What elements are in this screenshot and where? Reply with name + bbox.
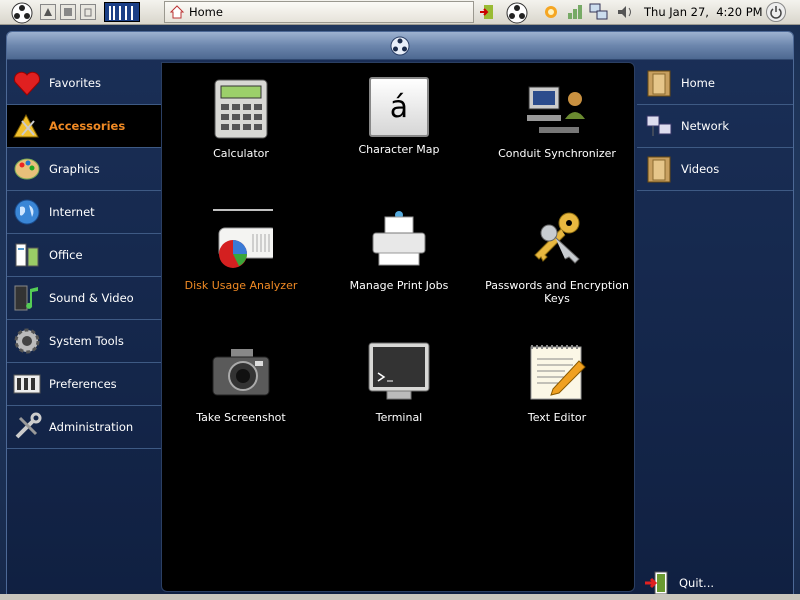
applications-panel: Calculator á Character Map Conduit Synch… bbox=[161, 62, 635, 592]
place-network[interactable]: Network bbox=[637, 105, 793, 148]
place-label: Home bbox=[681, 76, 715, 90]
category-label: Accessories bbox=[49, 119, 126, 133]
place-home[interactable]: Home bbox=[637, 62, 793, 105]
office-icon bbox=[11, 239, 43, 271]
app-label: Terminal bbox=[375, 411, 423, 424]
category-system-tools[interactable]: System Tools bbox=[7, 320, 161, 363]
category-office[interactable]: Office bbox=[7, 234, 161, 277]
update-notifier-icon[interactable] bbox=[542, 3, 560, 21]
category-favorites[interactable]: Favorites bbox=[7, 62, 161, 105]
gear-icon bbox=[11, 325, 43, 357]
network-icon[interactable] bbox=[588, 2, 610, 22]
app-calculator[interactable]: Calculator bbox=[166, 77, 316, 160]
trash-icon[interactable] bbox=[80, 4, 96, 20]
category-label: Favorites bbox=[49, 76, 101, 90]
app-text-editor[interactable]: Text Editor bbox=[482, 341, 632, 424]
heart-icon bbox=[11, 67, 43, 99]
bottom-panel bbox=[0, 594, 800, 600]
main-menu-icon[interactable] bbox=[10, 1, 34, 24]
places-list: Home Network Videos bbox=[637, 62, 793, 191]
character-map-glyph: á bbox=[389, 89, 409, 125]
network-places-icon bbox=[643, 110, 675, 142]
network-manager-icon[interactable] bbox=[566, 3, 584, 21]
category-internet[interactable]: Internet bbox=[7, 191, 161, 234]
category-administration[interactable]: Administration bbox=[7, 406, 161, 449]
workspace-switcher[interactable] bbox=[104, 2, 140, 22]
camera-icon bbox=[209, 341, 273, 405]
category-sound-video[interactable]: Sound & Video bbox=[7, 277, 161, 320]
app-label: Text Editor bbox=[527, 411, 587, 424]
text-editor-icon bbox=[525, 341, 589, 405]
show-desktop-icon[interactable] bbox=[40, 4, 56, 20]
keys-icon bbox=[525, 209, 589, 273]
place-label: Network bbox=[681, 119, 730, 133]
tools-icon bbox=[11, 411, 43, 443]
power-icon[interactable] bbox=[766, 2, 786, 22]
accessories-icon bbox=[11, 110, 43, 142]
quit-label: Quit... bbox=[679, 576, 715, 590]
sync-icon bbox=[525, 77, 589, 141]
logout-icon[interactable] bbox=[478, 3, 496, 21]
app-manage-print-jobs[interactable]: Manage Print Jobs bbox=[324, 209, 474, 292]
clock[interactable]: Thu Jan 27, 4:20 PM bbox=[644, 5, 763, 19]
category-label: Internet bbox=[49, 205, 95, 219]
category-list: Favorites Accessories Graphics Internet … bbox=[7, 62, 161, 449]
category-label: Sound & Video bbox=[49, 291, 134, 305]
printer-icon bbox=[367, 209, 431, 273]
videos-folder-icon bbox=[643, 153, 675, 185]
terminal-icon bbox=[367, 341, 431, 405]
app-label: Character Map bbox=[358, 143, 440, 156]
app-label: Manage Print Jobs bbox=[349, 279, 449, 292]
app-passwords-encryption-keys[interactable]: Passwords and Encryption Keys bbox=[482, 209, 632, 305]
calculator-icon bbox=[209, 77, 273, 141]
category-label: Office bbox=[49, 248, 83, 262]
character-map-icon: á bbox=[369, 77, 429, 137]
palette-icon bbox=[11, 153, 43, 185]
category-label: System Tools bbox=[49, 334, 124, 348]
app-take-screenshot[interactable]: Take Screenshot bbox=[166, 341, 316, 424]
app-character-map[interactable]: á Character Map bbox=[324, 77, 474, 156]
quit-icon bbox=[643, 570, 671, 596]
app-label: Take Screenshot bbox=[196, 411, 286, 424]
home-task-button[interactable]: Home bbox=[164, 1, 474, 23]
place-videos[interactable]: Videos bbox=[637, 148, 793, 191]
category-graphics[interactable]: Graphics bbox=[7, 148, 161, 191]
home-icon bbox=[169, 4, 185, 20]
app-disk-usage-analyzer[interactable]: Disk Usage Analyzer bbox=[166, 209, 316, 292]
app-label: Conduit Synchronizer bbox=[498, 147, 616, 160]
app-label: Passwords and Encryption Keys bbox=[485, 279, 629, 305]
category-label: Administration bbox=[49, 420, 134, 434]
category-label: Preferences bbox=[49, 377, 117, 391]
place-label: Videos bbox=[681, 162, 720, 176]
category-label: Graphics bbox=[49, 162, 100, 176]
application-launcher: Favorites Accessories Graphics Internet … bbox=[6, 31, 794, 600]
preferences-icon bbox=[11, 368, 43, 400]
launcher-header bbox=[7, 32, 793, 60]
window-list-icon[interactable] bbox=[60, 4, 76, 20]
globe-icon bbox=[11, 196, 43, 228]
app-conduit-synchronizer[interactable]: Conduit Synchronizer bbox=[482, 77, 632, 160]
volume-icon[interactable] bbox=[616, 3, 636, 21]
disk-usage-icon bbox=[209, 209, 273, 273]
top-panel: Home Thu Jan 27, 4:20 PM bbox=[0, 0, 800, 25]
multimedia-icon bbox=[11, 282, 43, 314]
home-folder-icon bbox=[643, 67, 675, 99]
category-accessories[interactable]: Accessories bbox=[7, 105, 161, 148]
app-terminal[interactable]: Terminal bbox=[324, 341, 474, 424]
quit-button[interactable]: Quit... bbox=[643, 570, 714, 596]
app-label: Disk Usage Analyzer bbox=[184, 279, 298, 292]
app-label: Calculator bbox=[213, 147, 269, 160]
launcher-logo-icon bbox=[390, 36, 410, 55]
category-preferences[interactable]: Preferences bbox=[7, 363, 161, 406]
distro-icon[interactable] bbox=[505, 1, 529, 24]
home-task-label: Home bbox=[189, 5, 223, 19]
